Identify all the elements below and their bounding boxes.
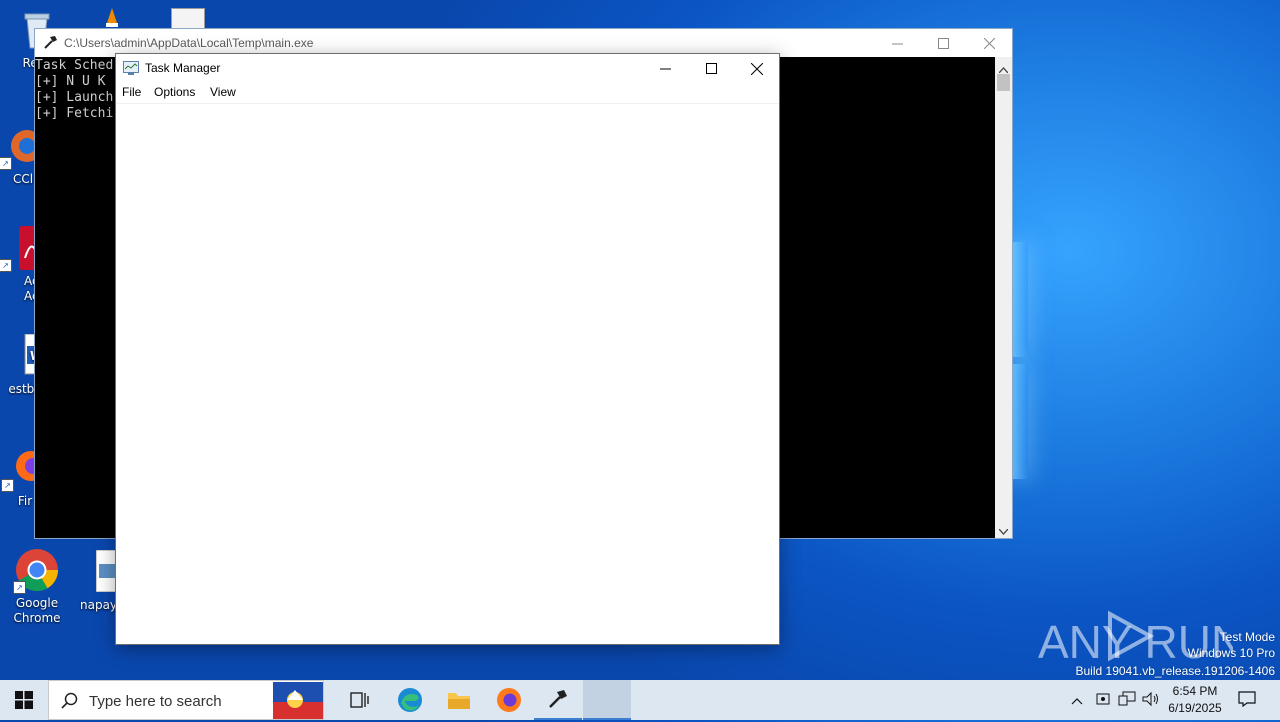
show-hidden-icons-chevron-icon[interactable] [1071, 694, 1083, 708]
task-view-icon [350, 692, 369, 708]
action-center-icon[interactable] [1238, 691, 1256, 710]
task-manager-close-button[interactable] [734, 54, 780, 83]
menu-view[interactable]: View [210, 85, 236, 99]
console-title: C:\Users\admin\AppData\Local\Temp\main.e… [64, 36, 314, 50]
shortcut-arrow-icon: ↗ [0, 259, 12, 272]
desktop-icon-google-chrome[interactable]: ↗ Google Chrome [0, 548, 74, 626]
task-manager-titlebar[interactable]: Task Manager [116, 54, 779, 83]
vlc-icon[interactable] [103, 6, 121, 28]
chrome-icon: ↗ [13, 548, 59, 594]
windows-logo-icon [15, 691, 33, 709]
wallpaper-logo-lower [1012, 364, 1028, 479]
desktop-icon-label: CCl [12, 172, 34, 186]
build-text: Build 19041.vb_release.191206-1406 [1075, 664, 1276, 678]
firefox-taskbar-button[interactable] [485, 680, 533, 720]
task-manager-title: Task Manager [145, 61, 221, 75]
hammer-icon [549, 690, 567, 708]
console-lines: Task Sched [+] N U K [+] Launch [+] Fetchi [35, 58, 113, 122]
console-scrollbar[interactable] [995, 57, 1012, 538]
task-manager-window[interactable]: Task Manager File Options View [115, 53, 780, 645]
clock-time[interactable]: 6:54 PM [1165, 684, 1225, 698]
search-box[interactable]: Type here to search [48, 680, 324, 720]
search-icon [61, 692, 78, 712]
task-manager-content [116, 104, 779, 644]
console-line: Task Sched [35, 58, 114, 73]
taskbar: Type here to search 6:54 PM 6/19/2025 [0, 680, 1280, 720]
console-line: [+] N U K [35, 74, 106, 89]
scroll-thumb[interactable] [997, 74, 1010, 91]
clock-date[interactable]: 6/19/2025 [1162, 701, 1228, 715]
text-file-icon[interactable] [171, 8, 205, 30]
search-highlight-image [273, 682, 323, 719]
wallpaper-logo-upper [1012, 242, 1028, 357]
edge-icon [398, 688, 422, 712]
file-explorer-button[interactable] [435, 680, 483, 720]
shortcut-arrow-icon: ↗ [13, 581, 26, 594]
main-exe-taskbar-button[interactable] [534, 680, 582, 720]
task-manager-icon [123, 61, 139, 78]
test-mode-text: Test Mode [1219, 630, 1275, 644]
menu-options[interactable]: Options [154, 85, 195, 99]
desktop-icon-label: Fir [17, 494, 33, 508]
menu-file[interactable]: File [122, 85, 141, 99]
file-explorer-icon [448, 693, 470, 709]
search-placeholder: Type here to search [89, 693, 222, 710]
shortcut-arrow-icon: ↗ [1, 479, 14, 492]
console-line: [+] Launch [35, 90, 114, 105]
network-icon[interactable] [1118, 691, 1136, 710]
scroll-down-arrow-icon[interactable] [998, 524, 1009, 538]
volume-icon[interactable] [1142, 691, 1160, 710]
edge-button[interactable] [386, 680, 434, 720]
task-manager-menubar: File Options View [116, 83, 779, 104]
task-manager-maximize-button[interactable] [688, 54, 734, 83]
security-tray-icon[interactable] [1095, 691, 1111, 710]
shortcut-arrow-icon: ↗ [0, 157, 12, 170]
hammer-icon [42, 34, 58, 53]
desktop-icon-label: Google Chrome [13, 596, 61, 625]
task-view-button[interactable] [336, 680, 384, 720]
firefox-icon [497, 688, 521, 712]
task-manager-minimize-button[interactable] [642, 54, 688, 83]
console-close-button[interactable] [966, 29, 1012, 57]
console-line: [+] Fetchi [35, 106, 114, 121]
start-button[interactable] [0, 680, 48, 720]
windows-edition-text: Windows 10 Pro [1187, 646, 1275, 660]
console-maximize-button[interactable] [920, 29, 966, 57]
active-window-taskbar-button[interactable] [583, 680, 631, 720]
console-minimize-button[interactable] [874, 29, 920, 57]
